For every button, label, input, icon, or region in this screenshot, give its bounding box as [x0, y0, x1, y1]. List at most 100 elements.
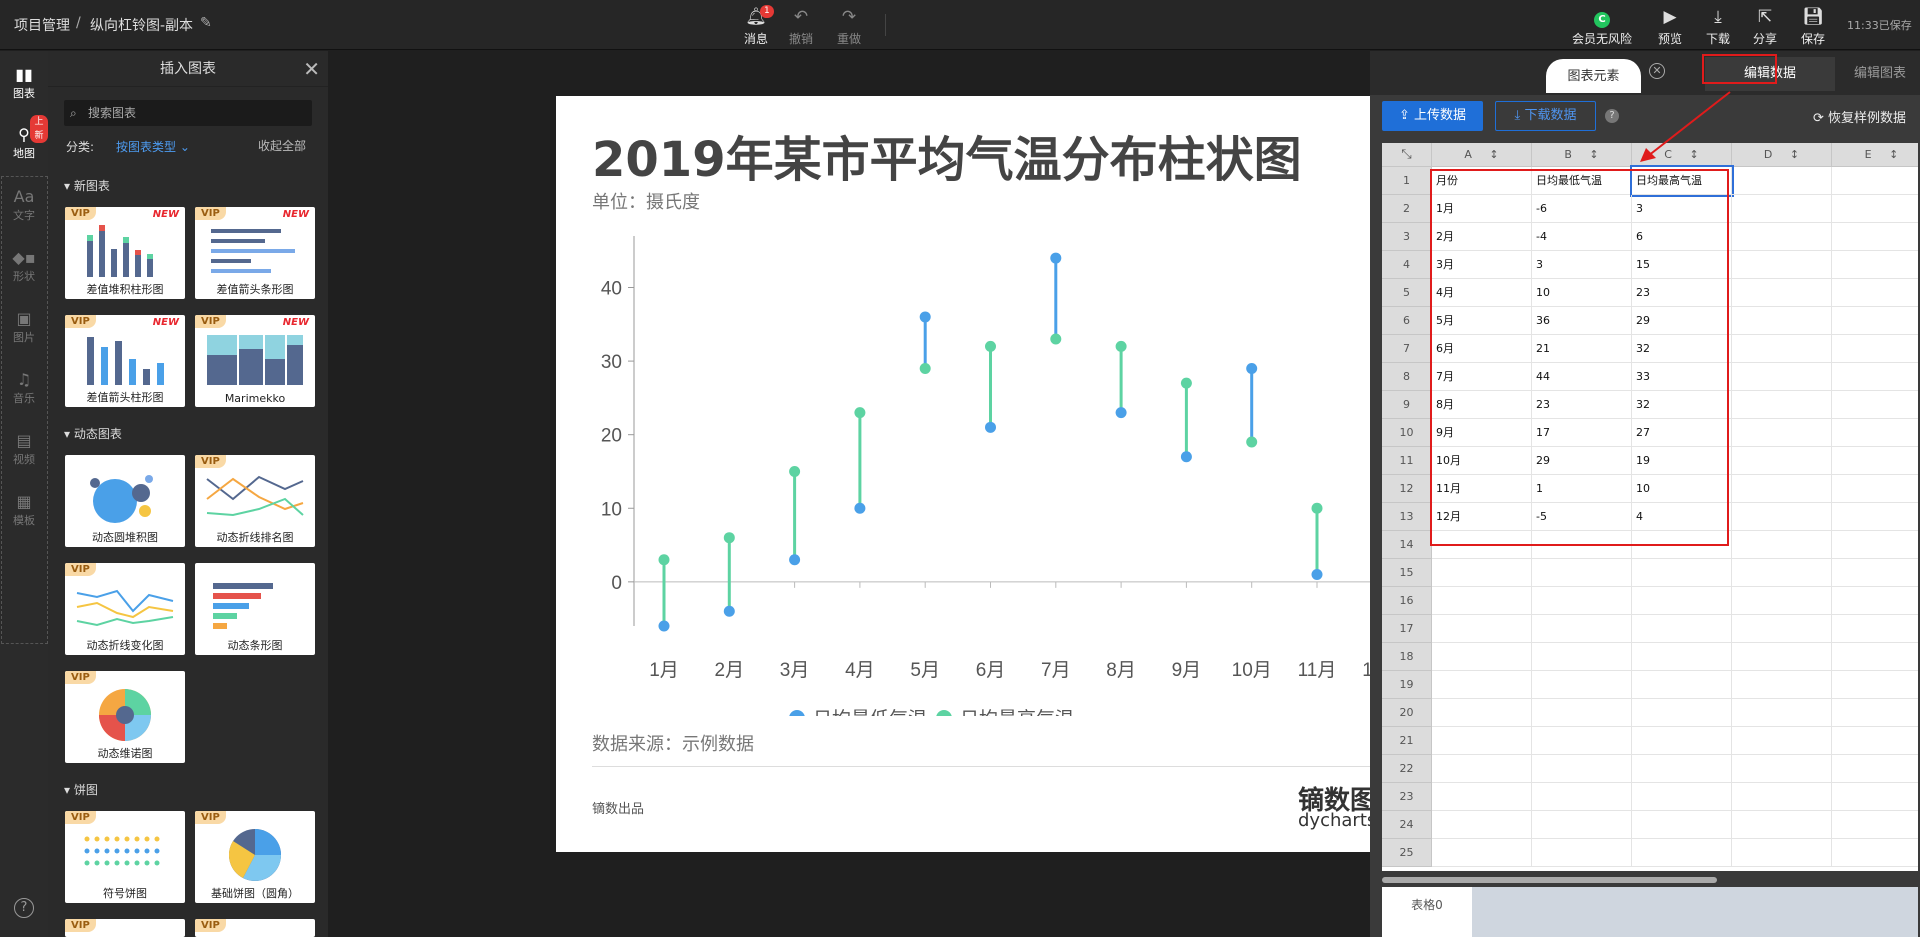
table-cell[interactable]	[1532, 643, 1632, 671]
table-cell[interactable]	[1632, 839, 1732, 867]
table-cell[interactable]	[1832, 391, 1918, 419]
table-cell[interactable]	[1532, 755, 1632, 783]
table-cell[interactable]	[1432, 559, 1532, 587]
row-header[interactable]: 5	[1382, 279, 1432, 307]
notifications-button[interactable]: 🔔︎ 1 消息	[734, 5, 778, 47]
row-header[interactable]: 8	[1382, 363, 1432, 391]
rail-item-images[interactable]: ▣ 图片	[0, 309, 48, 345]
rail-item-maps[interactable]: ⚲ 地图 上新	[0, 115, 48, 161]
row-header[interactable]: 2	[1382, 195, 1432, 223]
chart-search-input[interactable]: ⌕ 搜索图表	[64, 100, 312, 126]
help-icon[interactable]: ?	[1605, 109, 1619, 123]
table-cell[interactable]	[1432, 727, 1532, 755]
download-button[interactable]: ⤓ 下载	[1696, 6, 1740, 47]
chart-card[interactable]: VIP 动态维诺图	[65, 671, 185, 763]
table-cell[interactable]	[1432, 783, 1532, 811]
table-cell[interactable]	[1632, 615, 1732, 643]
rail-item-templates[interactable]: ▦ 模板	[0, 492, 48, 528]
table-cell[interactable]	[1732, 559, 1832, 587]
table-cell[interactable]	[1832, 447, 1918, 475]
edit-title-icon[interactable]: ✎	[200, 15, 212, 31]
share-button[interactable]: ⇱ 分享	[1743, 6, 1787, 47]
table-cell[interactable]	[1732, 363, 1832, 391]
row-header[interactable]: 18	[1382, 643, 1432, 671]
row-header[interactable]: 25	[1382, 839, 1432, 867]
section-header[interactable]: ▾ 饼图	[64, 781, 98, 798]
table-cell[interactable]	[1732, 811, 1832, 839]
row-header[interactable]: 11	[1382, 447, 1432, 475]
table-cell[interactable]	[1732, 335, 1832, 363]
table-cell[interactable]	[1632, 671, 1732, 699]
table-cell[interactable]	[1832, 615, 1918, 643]
table-cell[interactable]	[1532, 671, 1632, 699]
table-cell[interactable]	[1632, 783, 1732, 811]
table-cell[interactable]	[1732, 531, 1832, 559]
table-cell[interactable]	[1532, 587, 1632, 615]
row-header[interactable]: 1	[1382, 167, 1432, 195]
member-button[interactable]: C 会员无风险	[1570, 6, 1634, 47]
table-cell[interactable]	[1532, 839, 1632, 867]
table-cell[interactable]	[1732, 727, 1832, 755]
table-cell[interactable]	[1732, 223, 1832, 251]
chart-card[interactable]: 动态条形图	[195, 563, 315, 655]
table-cell[interactable]	[1632, 811, 1732, 839]
table-cell[interactable]	[1432, 615, 1532, 643]
chart-card[interactable]: VIP 符号饼图	[65, 811, 185, 903]
tab-edit-chart[interactable]: 编辑图表	[1840, 57, 1920, 91]
table-cell[interactable]	[1832, 279, 1918, 307]
row-header[interactable]: 3	[1382, 223, 1432, 251]
chart-card[interactable]: VIP NEW 差值箭头柱形图	[65, 315, 185, 407]
row-header[interactable]: 7	[1382, 335, 1432, 363]
horizontal-scrollbar[interactable]	[1382, 877, 1717, 883]
table-cell[interactable]	[1732, 279, 1832, 307]
table-cell[interactable]	[1732, 755, 1832, 783]
table-cell[interactable]	[1432, 839, 1532, 867]
table-cell[interactable]	[1532, 615, 1632, 643]
chart-card[interactable]: VIP 动态折线变化图	[65, 563, 185, 655]
row-header[interactable]: 17	[1382, 615, 1432, 643]
table-cell[interactable]	[1832, 755, 1918, 783]
rail-item-music[interactable]: ♫ 音乐	[0, 370, 48, 406]
undo-button[interactable]: ↶ 撤销	[779, 6, 823, 47]
column-header[interactable]: B ↕	[1532, 143, 1632, 167]
upload-data-button[interactable]: ⇪ 上传数据	[1382, 101, 1483, 131]
table-cell[interactable]	[1832, 587, 1918, 615]
table-cell[interactable]	[1532, 559, 1632, 587]
chart-card[interactable]: VIP NEW Marimekko	[195, 315, 315, 407]
sort-icon[interactable]: ↕	[1886, 148, 1898, 161]
row-header[interactable]: 9	[1382, 391, 1432, 419]
table-cell[interactable]	[1432, 587, 1532, 615]
row-header[interactable]: 24	[1382, 811, 1432, 839]
table-cell[interactable]	[1732, 307, 1832, 335]
chart-card[interactable]: 动态圆堆积图	[65, 455, 185, 547]
table-cell[interactable]	[1832, 839, 1918, 867]
table-cell[interactable]	[1532, 699, 1632, 727]
table-cell[interactable]	[1832, 363, 1918, 391]
redo-button[interactable]: ↷ 重做	[827, 6, 871, 47]
table-cell[interactable]	[1832, 727, 1918, 755]
table-cell[interactable]	[1832, 643, 1918, 671]
table-cell[interactable]	[1732, 419, 1832, 447]
table-cell[interactable]	[1632, 755, 1732, 783]
table-cell[interactable]	[1832, 811, 1918, 839]
chart-card[interactable]: VIP 基础饼图（圆角）	[195, 811, 315, 903]
rail-item-text[interactable]: Aa 文字	[0, 187, 48, 223]
table-cell[interactable]	[1732, 195, 1832, 223]
chart-card[interactable]: VIP	[65, 919, 185, 937]
row-header[interactable]: 12	[1382, 475, 1432, 503]
column-header[interactable]: A ↕	[1432, 143, 1532, 167]
sheet-tab[interactable]: 表格0	[1382, 887, 1472, 937]
rail-item-shapes[interactable]: ◆▪ 形状	[0, 248, 48, 284]
table-cell[interactable]	[1832, 419, 1918, 447]
row-header[interactable]: 22	[1382, 755, 1432, 783]
chart-title[interactable]: 2019年某市平均气温分布柱状图	[592, 120, 1302, 190]
table-cell[interactable]	[1832, 195, 1918, 223]
table-cell[interactable]	[1732, 251, 1832, 279]
table-cell[interactable]	[1732, 839, 1832, 867]
table-cell[interactable]	[1632, 727, 1732, 755]
download-data-button[interactable]: ⤓ 下载数据	[1495, 101, 1596, 131]
save-button[interactable]: 💾︎ 保存	[1791, 6, 1835, 47]
table-cell[interactable]	[1732, 671, 1832, 699]
close-icon[interactable]: ✕	[1649, 63, 1665, 79]
sort-icon[interactable]: ↕	[1786, 148, 1799, 161]
